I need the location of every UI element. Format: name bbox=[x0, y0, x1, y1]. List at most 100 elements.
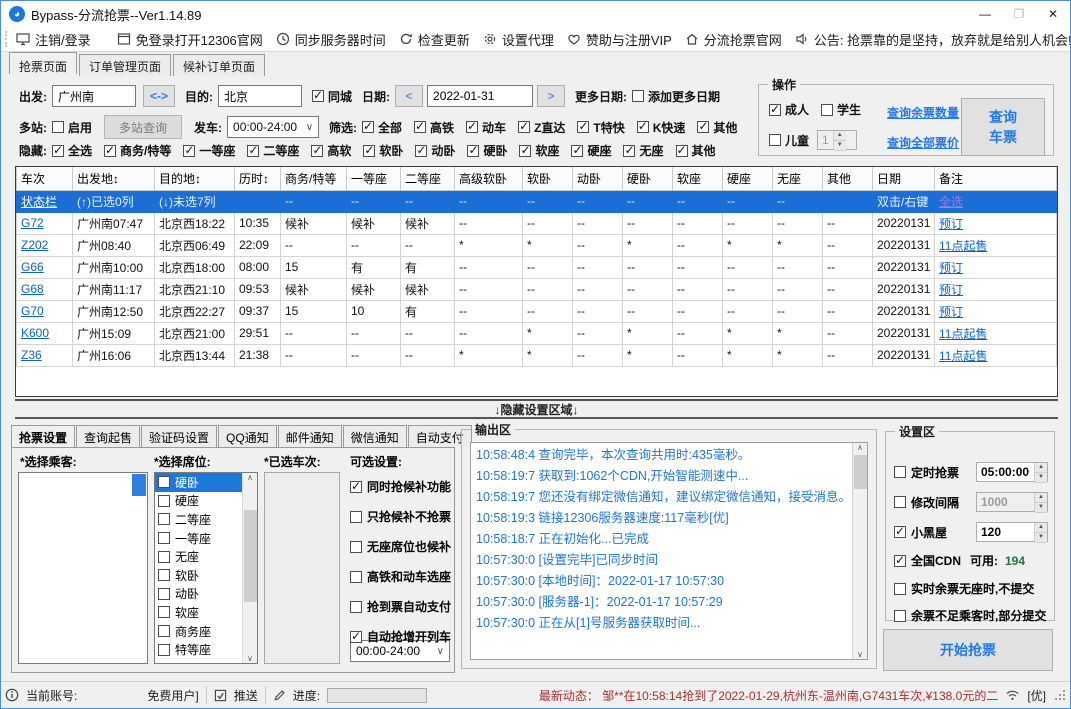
train-link[interactable]: G66 bbox=[21, 260, 44, 274]
hide-checkbox-0[interactable]: 全选 bbox=[52, 142, 92, 159]
train-link[interactable]: G68 bbox=[21, 282, 44, 296]
resize-grip[interactable] bbox=[1055, 690, 1065, 700]
stepper-arrows[interactable]: ▲ ▼ bbox=[1034, 523, 1047, 543]
filter-checkbox-2[interactable]: 动车 bbox=[466, 119, 506, 136]
settings-tab-0[interactable]: 抢票设置 bbox=[11, 425, 76, 447]
hide-checkbox-11[interactable]: 其他 bbox=[675, 142, 716, 159]
seat-option-9[interactable]: 特等座 bbox=[155, 640, 242, 659]
date-next-button[interactable]: > bbox=[537, 85, 566, 107]
column-header[interactable]: 无座 bbox=[772, 167, 823, 191]
seat-option-7[interactable]: 软座 bbox=[155, 603, 242, 622]
column-header[interactable]: 商务/特等 bbox=[280, 167, 347, 191]
selected-trains-box[interactable] bbox=[264, 472, 340, 664]
push-label[interactable]: 推送 bbox=[234, 687, 258, 704]
column-header[interactable]: 软座 bbox=[672, 167, 723, 191]
filter-checkbox-5[interactable]: K快速 bbox=[636, 119, 685, 136]
hide-checkbox-8[interactable]: 软座 bbox=[519, 142, 559, 159]
book-link[interactable]: 预订 bbox=[939, 283, 963, 297]
book-link[interactable]: 11点起售 bbox=[939, 327, 987, 341]
option-checkbox-5[interactable]: 自动抢增开列车 bbox=[350, 628, 451, 645]
column-header[interactable]: 日期 bbox=[872, 167, 935, 191]
option-checkbox-4[interactable]: 抢到票自动支付 bbox=[350, 598, 451, 615]
column-header[interactable]: 软卧 bbox=[522, 167, 573, 191]
seat-option-1[interactable]: 硬座 bbox=[155, 492, 242, 511]
book-link[interactable]: 预订 bbox=[939, 261, 963, 275]
tab-order-management[interactable]: 订单管理页面 bbox=[79, 54, 172, 76]
hide-checkbox-1[interactable]: 商务/特等 bbox=[104, 142, 171, 159]
log-area[interactable]: 10:58:48:4 查询完毕，本次查询共用时:435毫秒。 10:58:19:7… bbox=[470, 442, 868, 660]
column-header[interactable]: 动卧 bbox=[572, 167, 623, 191]
option-checkbox-1[interactable]: 只抢候补不抢票 bbox=[350, 508, 451, 525]
toolbar-open-12306[interactable]: 免登录打开12306官网 bbox=[117, 30, 263, 49]
minimize-button[interactable]: — bbox=[968, 1, 1002, 27]
down-arrow-icon[interactable]: ▼ bbox=[1035, 533, 1047, 543]
column-header[interactable]: 一等座 bbox=[346, 167, 401, 191]
checkbox[interactable] bbox=[894, 496, 906, 508]
down-arrow-icon[interactable]: ▼ bbox=[833, 141, 846, 151]
scroll-up-icon[interactable]: ∧ bbox=[857, 443, 863, 452]
start-grab-button[interactable]: 开始抢票 bbox=[883, 629, 1053, 671]
depart-time-select[interactable]: 00:00-24:00 ∨ bbox=[227, 116, 320, 138]
seat-option-6[interactable]: 动卧 bbox=[155, 585, 242, 604]
train-link[interactable]: G72 bbox=[21, 216, 44, 230]
toolbar-logout-login[interactable]: 注销/登录 bbox=[16, 30, 91, 49]
setting-stepper[interactable]: 05:00:00 ▲ ▼ bbox=[976, 462, 1048, 483]
scroll-up-icon[interactable]: ∧ bbox=[247, 473, 253, 482]
column-header[interactable]: 出发地↕ bbox=[72, 167, 155, 191]
train-link[interactable]: K600 bbox=[21, 326, 49, 340]
stepper-arrows[interactable]: ▲ ▼ bbox=[1034, 493, 1047, 513]
setting-stepper[interactable]: 120 ▲ ▼ bbox=[976, 522, 1048, 543]
seat-option-3[interactable]: 一等座 bbox=[155, 529, 242, 548]
close-button[interactable]: ✕ bbox=[1036, 1, 1070, 27]
column-header[interactable]: 目的地↕ bbox=[154, 167, 235, 191]
query-price-link[interactable]: 查询全部票价 bbox=[887, 134, 959, 151]
scrollbar-thumb[interactable] bbox=[853, 455, 867, 489]
hide-checkbox-4[interactable]: 高软 bbox=[311, 142, 351, 159]
setting-stepper[interactable]: 1000 ▲ ▼ bbox=[976, 492, 1048, 513]
hide-checkbox-5[interactable]: 软卧 bbox=[363, 142, 403, 159]
multi-query-button[interactable]: 多站查询 bbox=[104, 115, 183, 139]
seat-option-5[interactable]: 软卧 bbox=[155, 566, 242, 585]
toolbar-official-site[interactable]: 分流抢票官网 bbox=[685, 30, 782, 49]
down-arrow-icon[interactable]: ▼ bbox=[1035, 473, 1047, 483]
book-link[interactable]: 11点起售 bbox=[939, 349, 987, 363]
hide-checkbox-9[interactable]: 硬座 bbox=[571, 142, 611, 159]
passenger-scrollbar-thumb[interactable] bbox=[132, 474, 146, 496]
checkbox[interactable] bbox=[894, 582, 906, 595]
log-scrollbar[interactable]: ∧ ∨ bbox=[852, 443, 867, 659]
checkbox[interactable] bbox=[894, 524, 906, 538]
settings-tab-1[interactable]: 查询起售 bbox=[76, 425, 141, 447]
child-count-stepper[interactable]: 1 ▲ ▼ bbox=[817, 130, 858, 151]
option-checkbox-3[interactable]: 高铁和动车选座 bbox=[350, 568, 451, 585]
train-link[interactable]: Z36 bbox=[21, 348, 42, 362]
column-header[interactable]: 二等座 bbox=[400, 167, 455, 191]
checkbox[interactable] bbox=[894, 553, 906, 567]
column-header[interactable]: 其他 bbox=[822, 167, 873, 191]
hide-checkbox-3[interactable]: 二等座 bbox=[247, 142, 299, 159]
column-header[interactable]: 硬座 bbox=[722, 167, 773, 191]
scrollbar-thumb[interactable] bbox=[243, 510, 257, 602]
column-header[interactable]: 硬卧 bbox=[622, 167, 673, 191]
date-input[interactable]: 2022-01-31 bbox=[427, 85, 534, 107]
passenger-listbox[interactable] bbox=[18, 472, 148, 664]
query-tickets-button[interactable]: 查询 车票 bbox=[961, 98, 1045, 156]
toolbar-set-proxy[interactable]: 设置代理 bbox=[483, 30, 554, 49]
settings-tab-2[interactable]: 验证码设置 bbox=[141, 425, 218, 447]
checkbox[interactable] bbox=[894, 609, 906, 622]
swap-stations-button[interactable]: <-> bbox=[143, 85, 175, 107]
book-link[interactable]: 预订 bbox=[939, 217, 963, 231]
maximize-button[interactable]: ❐ bbox=[1002, 1, 1036, 27]
seat-option-8[interactable]: 商务座 bbox=[155, 622, 242, 641]
dest-station-input[interactable]: 北京 bbox=[218, 85, 302, 107]
status-link[interactable]: 状态栏 bbox=[21, 195, 57, 209]
settings-tab-3[interactable]: QQ通知 bbox=[218, 425, 277, 447]
up-arrow-icon[interactable]: ▲ bbox=[1035, 463, 1047, 473]
child-checkbox[interactable]: 儿童 bbox=[769, 132, 809, 149]
filter-checkbox-6[interactable]: 其他 bbox=[697, 119, 737, 136]
scroll-down-icon[interactable]: ∨ bbox=[247, 654, 253, 663]
date-prev-button[interactable]: < bbox=[395, 85, 424, 107]
up-arrow-icon[interactable]: ▲ bbox=[833, 131, 846, 141]
hide-checkbox-2[interactable]: 一等座 bbox=[183, 142, 235, 159]
hide-settings-bar[interactable]: ↓隐藏设置区域↓ bbox=[15, 399, 1058, 419]
seat-option-0[interactable]: 硬卧 bbox=[155, 473, 242, 492]
